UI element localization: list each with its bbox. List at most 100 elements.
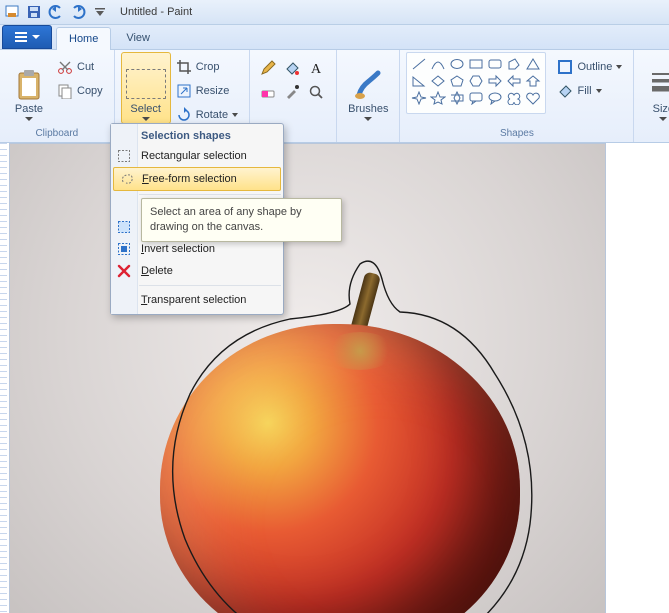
qat-customize-icon[interactable] — [90, 2, 110, 22]
chevron-down-icon — [364, 117, 372, 121]
save-icon[interactable] — [24, 2, 44, 22]
menu-item-delete[interactable]: Delete — [111, 260, 283, 282]
vertical-ruler — [0, 143, 7, 613]
file-menu-icon — [14, 31, 28, 43]
shape-triangle[interactable] — [524, 56, 542, 72]
rotate-label: Rotate — [196, 109, 228, 121]
fill-icon — [557, 83, 573, 99]
outline-label: Outline — [577, 61, 612, 73]
menu-item-label: Transparent selection — [141, 294, 246, 306]
shape-diamond[interactable] — [429, 73, 447, 89]
eraser-tool[interactable] — [256, 80, 280, 104]
ribbon-tab-strip: Home View — [0, 25, 669, 50]
shape-heart[interactable] — [524, 90, 542, 106]
shape-arrow-up[interactable] — [524, 73, 542, 89]
shape-callout-oval[interactable] — [486, 90, 504, 106]
menu-separator — [139, 194, 281, 195]
svg-text:A: A — [311, 62, 322, 76]
brushes-label: Brushes — [348, 103, 388, 115]
shape-hexagon[interactable] — [467, 73, 485, 89]
rectangular-select-icon — [116, 148, 132, 164]
tab-home[interactable]: Home — [56, 27, 111, 50]
shape-arrow-right[interactable] — [486, 73, 504, 89]
magnifier-tool[interactable] — [304, 80, 328, 104]
select-button[interactable]: Select — [121, 52, 171, 124]
shape-star5[interactable] — [429, 90, 447, 106]
outline-icon — [557, 59, 573, 75]
shape-fill-button[interactable]: Fill — [552, 80, 627, 102]
crop-button[interactable]: Crop — [171, 56, 243, 78]
chevron-down-icon — [25, 117, 33, 121]
select-all-icon — [116, 219, 132, 235]
file-tab[interactable] — [2, 25, 52, 49]
undo-icon[interactable] — [46, 2, 66, 22]
freeform-select-icon — [119, 171, 135, 187]
group-shapes: Outline Fill Shapes — [400, 50, 634, 142]
shape-right-triangle[interactable] — [410, 73, 428, 89]
scissors-icon — [57, 59, 73, 75]
canvas-area: Selection shapes Rectangular selection F… — [0, 143, 669, 613]
shape-outline-button[interactable]: Outline — [552, 56, 627, 78]
group-brushes: Brushes — [337, 50, 400, 142]
copy-label: Copy — [77, 85, 103, 97]
group-size: Size — [634, 50, 669, 142]
text-tool[interactable]: A — [304, 56, 328, 80]
shape-curve[interactable] — [429, 56, 447, 72]
brush-icon — [353, 69, 383, 101]
shape-callout-cloud[interactable] — [505, 90, 523, 106]
shapes-gallery[interactable] — [406, 52, 546, 114]
crop-icon — [176, 59, 192, 75]
menu-item-transparent-selection[interactable]: Transparent selection — [111, 289, 283, 311]
tooltip: Select an area of any shape by drawing o… — [141, 198, 342, 242]
cut-label: Cut — [77, 61, 94, 73]
shape-rectangle[interactable] — [467, 56, 485, 72]
shape-callout-rounded[interactable] — [467, 90, 485, 106]
shape-star4[interactable] — [410, 90, 428, 106]
crop-label: Crop — [196, 61, 220, 73]
delete-icon — [116, 263, 132, 279]
menu-separator — [139, 285, 281, 286]
redo-icon[interactable] — [68, 2, 88, 22]
menu-header-selection-shapes: Selection shapes — [111, 127, 283, 145]
paint-app-icon[interactable] — [2, 2, 22, 22]
chevron-down-icon — [142, 117, 150, 121]
chevron-down-icon — [32, 35, 40, 39]
checkbox-unchecked-icon — [116, 292, 132, 308]
chevron-down-icon — [616, 65, 622, 69]
tooltip-text: Select an area of any shape by drawing o… — [150, 206, 302, 233]
select-label: Select — [130, 103, 161, 115]
shape-arrow-left[interactable] — [505, 73, 523, 89]
menu-item-freeform-selection[interactable]: Free-form selection — [113, 167, 281, 191]
brushes-button[interactable]: Brushes — [343, 52, 393, 124]
shape-oval[interactable] — [448, 56, 466, 72]
resize-label: Resize — [196, 85, 230, 97]
copy-icon — [57, 83, 73, 99]
menu-item-rectangular-selection[interactable]: Rectangular selection — [111, 145, 283, 167]
shape-star6[interactable] — [448, 90, 466, 106]
window-title: Untitled - Paint — [120, 6, 192, 18]
title-bar: Untitled - Paint — [0, 0, 669, 25]
fill-tool[interactable] — [280, 56, 304, 80]
ribbon: Paste Cut Copy Clipboard Select — [0, 50, 669, 143]
pencil-tool[interactable] — [256, 56, 280, 80]
tab-view[interactable]: View — [113, 26, 163, 49]
cut-button[interactable]: Cut — [52, 56, 108, 78]
resize-button[interactable]: Resize — [171, 80, 243, 102]
size-icon — [649, 69, 669, 101]
copy-button[interactable]: Copy — [52, 80, 108, 102]
paste-label: Paste — [15, 103, 43, 115]
shape-polygon[interactable] — [505, 56, 523, 72]
shape-rounded-rect[interactable] — [486, 56, 504, 72]
size-button[interactable]: Size — [640, 52, 669, 124]
paste-button[interactable]: Paste — [6, 52, 52, 124]
menu-item-label: Invert selection — [141, 243, 215, 255]
color-picker-tool[interactable] — [280, 80, 304, 104]
chevron-down-icon — [659, 117, 667, 121]
menu-item-label: Free-form selection — [142, 173, 237, 185]
shape-pentagon[interactable] — [448, 73, 466, 89]
menu-item-label: Rectangular selection — [141, 150, 247, 162]
resize-icon — [176, 83, 192, 99]
shape-line[interactable] — [410, 56, 428, 72]
size-label: Size — [653, 103, 669, 115]
group-label-clipboard: Clipboard — [35, 126, 78, 140]
